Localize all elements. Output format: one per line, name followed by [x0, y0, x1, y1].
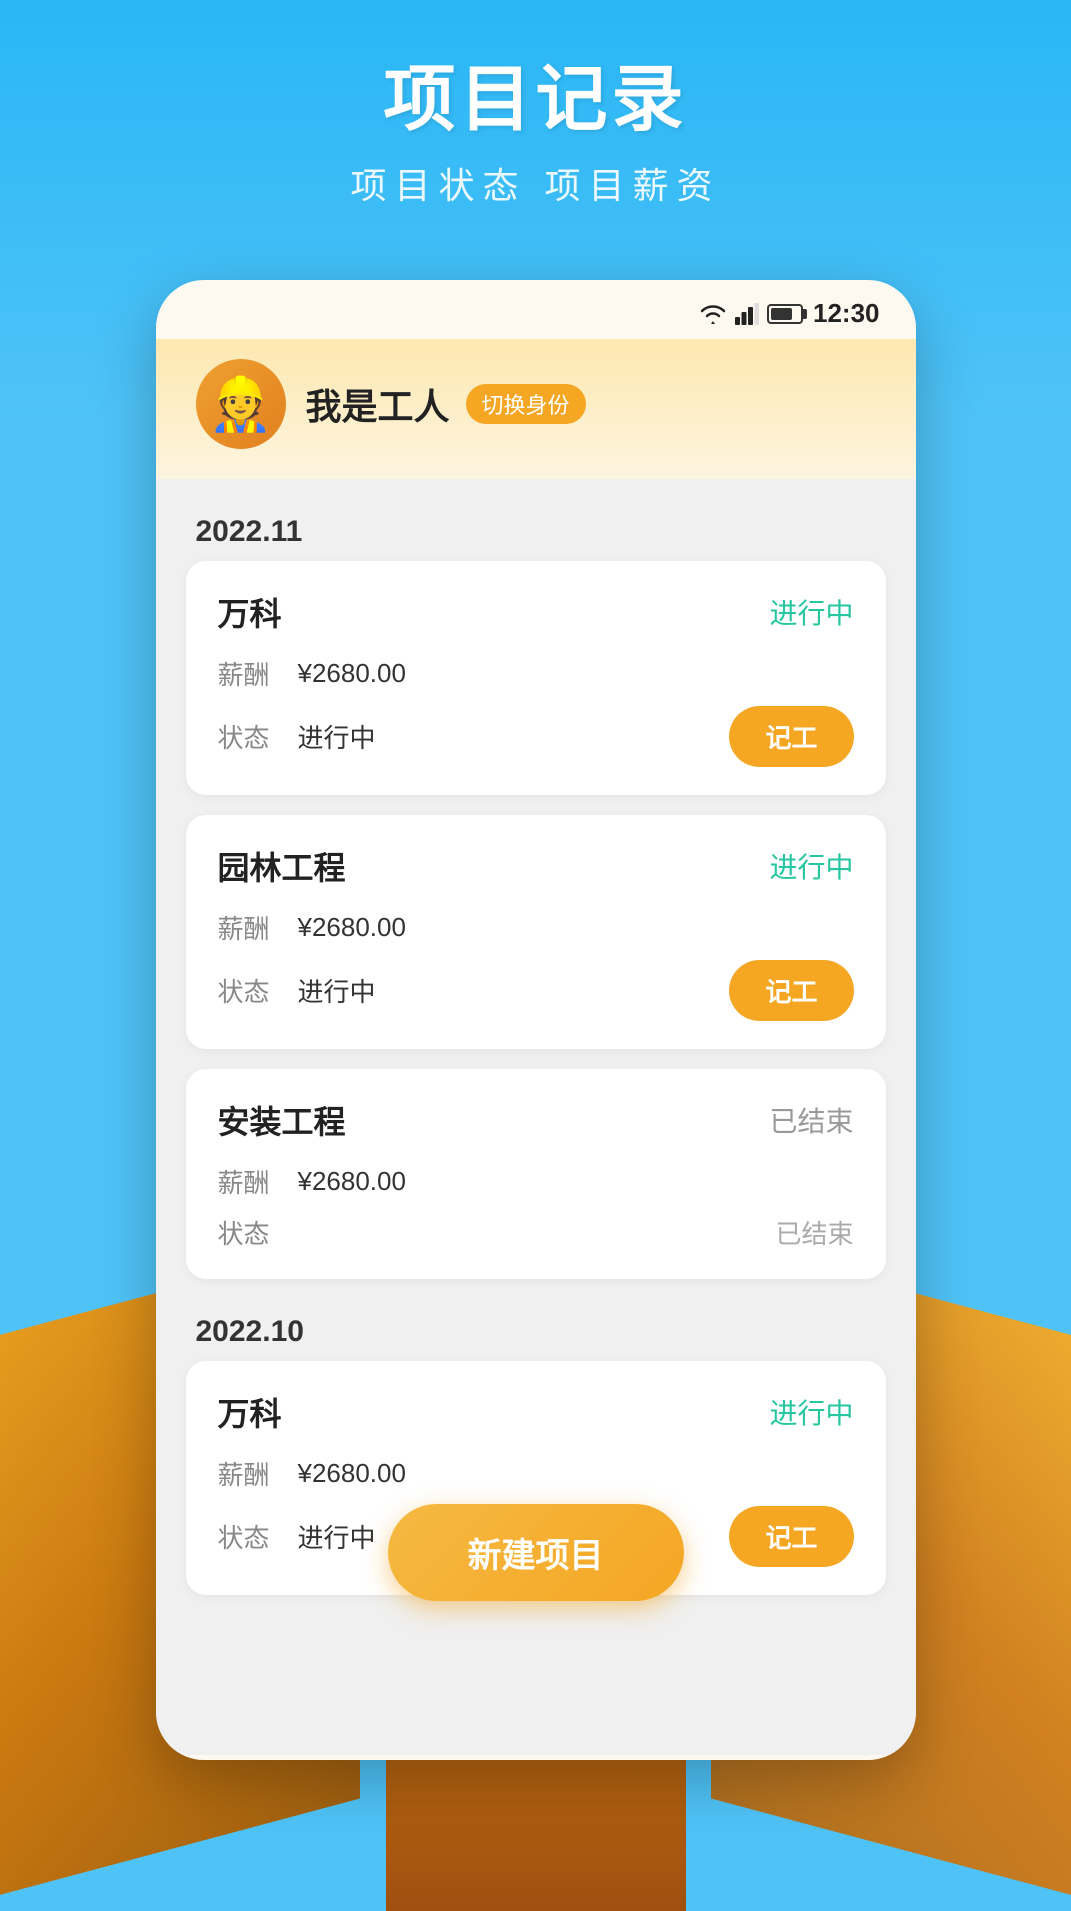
state-label: 状态 — [218, 1214, 298, 1251]
project-name: 园林工程 — [218, 843, 346, 889]
sub-title: 项目状态 项目薪资 — [0, 157, 1071, 209]
wifi-icon — [699, 303, 727, 325]
switch-identity-badge[interactable]: 切换身份 — [466, 384, 586, 424]
card-header: 万科 进行中 — [218, 1389, 854, 1435]
battery-icon — [767, 304, 803, 324]
project-name: 万科 — [218, 589, 282, 635]
header-area: 项目记录 项目状态 项目薪资 — [0, 40, 1071, 209]
salary-row: 薪酬 ¥2680.00 — [218, 655, 854, 692]
salary-label: 薪酬 — [218, 1163, 298, 1200]
state-row: 状态 已结束 — [218, 1214, 854, 1251]
avatar: 👷 — [196, 359, 286, 449]
salary-row: 薪酬 ¥2680.00 — [218, 1163, 854, 1200]
new-project-btn-container: 新建项目 — [388, 1504, 684, 1601]
status-icons — [699, 303, 803, 325]
project-status: 已结束 — [769, 1100, 853, 1140]
record-work-button[interactable]: 记工 — [729, 706, 853, 767]
avatar-emoji: 👷 — [208, 374, 273, 435]
project-name: 安装工程 — [218, 1097, 346, 1143]
state-value: 进行中 — [298, 718, 730, 755]
status-bar: 12:30 — [156, 280, 916, 339]
status-time: 12:30 — [813, 298, 880, 329]
project-card-0-2: 安装工程 已结束 薪酬 ¥2680.00 状态 已结束 — [186, 1069, 886, 1279]
salary-value: ¥2680.00 — [298, 658, 854, 689]
card-header: 园林工程 进行中 — [218, 843, 854, 889]
month-label-1: 2022.10 — [156, 1299, 916, 1361]
project-card-0-0: 万科 进行中 薪酬 ¥2680.00 状态 进行中 记工 — [186, 561, 886, 795]
month-label-0: 2022.11 — [156, 499, 916, 561]
state-value: 进行中 — [298, 972, 730, 1009]
state-label: 状态 — [218, 1518, 298, 1555]
state-row: 状态 进行中 记工 — [218, 960, 854, 1021]
bottom-padding — [156, 1615, 916, 1735]
card-header: 安装工程 已结束 — [218, 1097, 854, 1143]
state-value-ended: 已结束 — [775, 1214, 853, 1251]
state-label: 状态 — [218, 718, 298, 755]
salary-row: 薪酬 ¥2680.00 — [218, 1455, 854, 1492]
project-status: 进行中 — [769, 592, 853, 632]
project-status: 进行中 — [769, 1392, 853, 1432]
card-header: 万科 进行中 — [218, 589, 854, 635]
record-work-button[interactable]: 记工 — [729, 1506, 853, 1567]
profile-header: 👷 我是工人 切换身份 — [156, 339, 916, 479]
salary-label: 薪酬 — [218, 1455, 298, 1492]
new-project-button[interactable]: 新建项目 — [388, 1504, 684, 1601]
salary-label: 薪酬 — [218, 909, 298, 946]
salary-row: 薪酬 ¥2680.00 — [218, 909, 854, 946]
project-status: 进行中 — [769, 846, 853, 886]
main-title: 项目记录 — [0, 40, 1071, 145]
record-work-button[interactable]: 记工 — [729, 960, 853, 1021]
project-name: 万科 — [218, 1389, 282, 1435]
signal-icon — [735, 303, 759, 325]
salary-value: ¥2680.00 — [298, 1458, 854, 1489]
project-card-0-1: 园林工程 进行中 薪酬 ¥2680.00 状态 进行中 记工 — [186, 815, 886, 1049]
state-label: 状态 — [218, 972, 298, 1009]
profile-name: 我是工人 — [306, 378, 450, 430]
salary-value: ¥2680.00 — [298, 1166, 854, 1197]
salary-value: ¥2680.00 — [298, 912, 854, 943]
state-row: 状态 进行中 记工 — [218, 706, 854, 767]
salary-label: 薪酬 — [218, 655, 298, 692]
